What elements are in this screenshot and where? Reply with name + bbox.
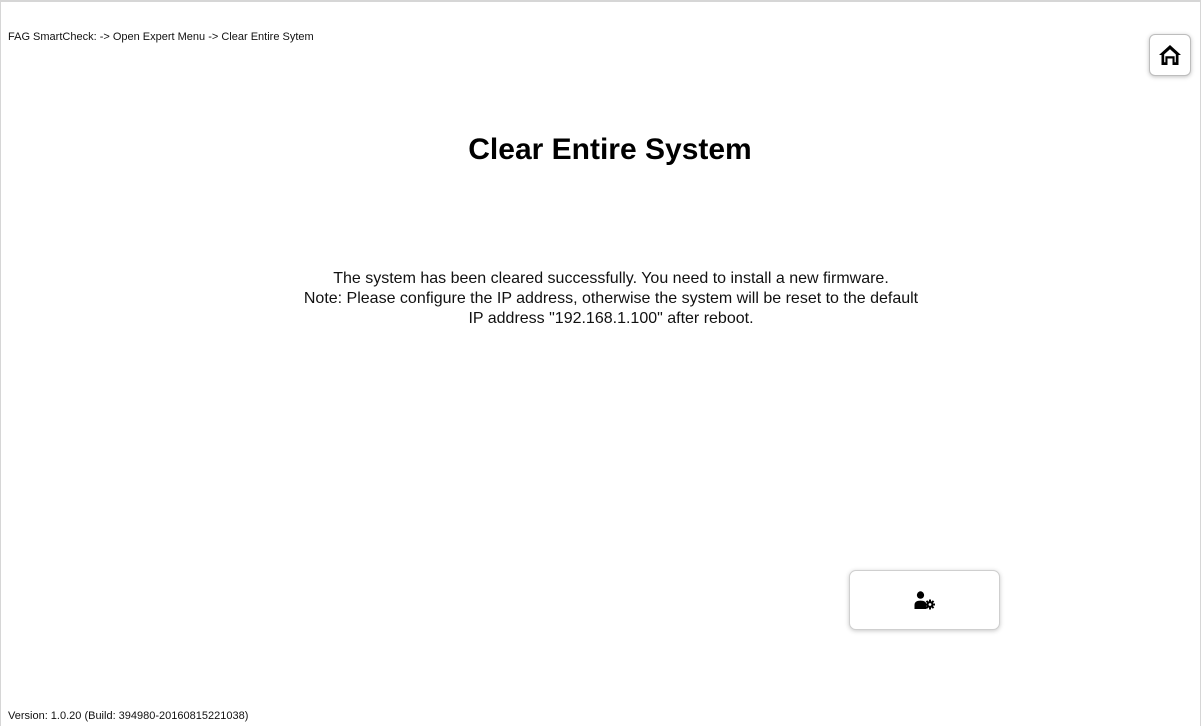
home-icon xyxy=(1158,44,1182,66)
success-message: The system has been cleared successfully… xyxy=(333,270,889,287)
app-frame xyxy=(0,0,1201,726)
expert-settings-button[interactable] xyxy=(849,570,1000,630)
user-settings-icon xyxy=(914,590,936,610)
status-message: The system has been cleared successfully… xyxy=(296,269,926,329)
breadcrumb: FAG SmartCheck: -> Open Expert Menu -> C… xyxy=(8,31,314,43)
page-title: Clear Entire System xyxy=(468,133,752,167)
home-button[interactable] xyxy=(1149,34,1191,76)
version-info: Version: 1.0.20 (Build: 394980-201608152… xyxy=(8,710,249,722)
ip-note-message: Note: Please configure the IP address, o… xyxy=(303,290,919,327)
